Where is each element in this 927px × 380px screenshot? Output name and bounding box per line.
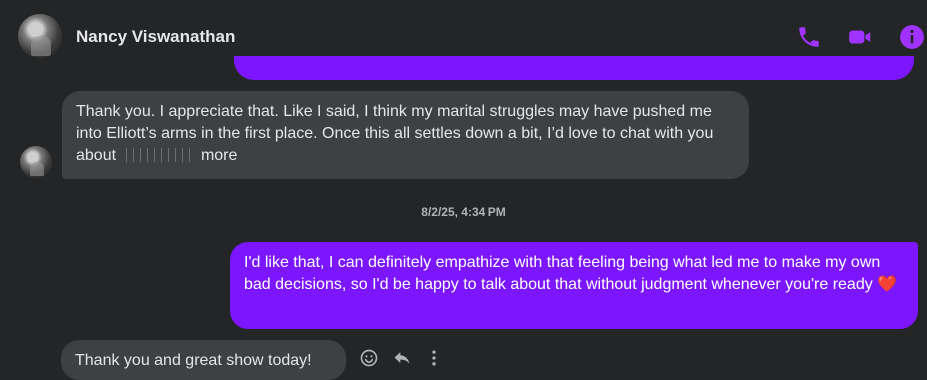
incoming-message[interactable]: Thank you and great show today!	[61, 340, 346, 380]
more-options-icon[interactable]	[424, 348, 444, 368]
message-timestamp: 8/2/25, 4:34 PM	[421, 205, 506, 219]
previous-outgoing-bubble	[234, 56, 914, 80]
emoji-react-icon[interactable]	[359, 348, 379, 368]
video-icon[interactable]	[847, 24, 873, 50]
info-icon[interactable]	[899, 24, 925, 50]
heart-emoji: ❤️	[877, 276, 898, 293]
sender-avatar[interactable]	[20, 146, 52, 178]
reply-icon[interactable]	[392, 348, 412, 368]
message-text: Thank you and great show today!	[75, 352, 312, 369]
contact-avatar[interactable]	[18, 14, 62, 58]
contact-name[interactable]: Nancy Viswanathan	[76, 27, 235, 47]
message-text: I'd like that, I can definitely empathiz…	[244, 254, 881, 293]
redacted-word	[122, 148, 195, 162]
outgoing-message[interactable]: I'd like that, I can definitely empathiz…	[230, 242, 918, 329]
phone-icon[interactable]	[796, 24, 822, 50]
incoming-message[interactable]: Thank you. I appreciate that. Like I sai…	[62, 91, 749, 179]
message-text-end: more	[200, 147, 238, 164]
